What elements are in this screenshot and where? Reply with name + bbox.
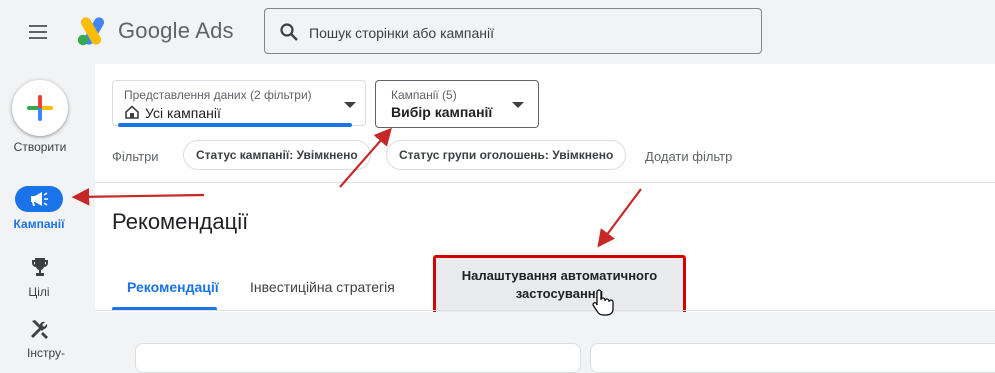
- rail-item-campaigns[interactable]: [15, 186, 63, 212]
- data-view-dropdown[interactable]: Представлення даних (2 фільтри) Усі камп…: [112, 80, 366, 126]
- rail-label-goals: Цілі: [28, 285, 50, 299]
- search-box[interactable]: [264, 8, 762, 54]
- megaphone-icon: [31, 192, 48, 206]
- filter-chip-adgroup-status[interactable]: Статус групи оголошень: Увімкнено: [386, 140, 627, 170]
- tab-auto-apply-label: Налаштування автоматичного застосування: [461, 268, 658, 301]
- campaign-picker-dropdown[interactable]: Кампанії (5) Вибір кампанії: [375, 80, 539, 128]
- add-filter-button[interactable]: Додати фільтр: [645, 149, 732, 164]
- divider: [95, 182, 995, 183]
- search-input[interactable]: [307, 20, 751, 46]
- main-menu-icon[interactable]: [26, 22, 52, 42]
- campaign-picker-value: Вибір кампанії: [391, 104, 493, 120]
- tab-investment-strategy[interactable]: Інвестиційна стратегія: [250, 279, 395, 295]
- recommendation-card: [590, 343, 995, 373]
- create-button[interactable]: [12, 80, 68, 136]
- tab-auto-apply-settings[interactable]: Налаштування автоматичного застосування: [433, 255, 686, 315]
- tab-recommendations[interactable]: Рекомендації: [127, 279, 219, 295]
- data-view-value: Усі кампанії: [145, 105, 221, 121]
- trophy-icon[interactable]: [28, 255, 52, 279]
- chevron-down-icon: [344, 102, 356, 108]
- google-ads-logo-icon: [77, 17, 104, 46]
- dropdown-focus-bar: [118, 123, 352, 127]
- filters-label: Фільтри: [112, 149, 159, 164]
- create-label: Створити: [13, 140, 67, 154]
- home-icon: [125, 105, 139, 119]
- recommendation-card: [135, 343, 581, 373]
- data-view-label: Представлення даних (2 фільтри): [124, 88, 312, 102]
- filter-chip-campaign-status[interactable]: Статус кампанії: Увімкнено: [183, 140, 371, 170]
- chevron-down-icon: [512, 102, 524, 108]
- tabs-divider: [95, 310, 995, 311]
- brand-name: Google Ads: [118, 18, 234, 43]
- campaign-picker-label: Кампанії (5): [391, 88, 457, 102]
- page-title: Рекомендації: [112, 209, 249, 234]
- rail-label-tools: Інстру-: [27, 346, 65, 360]
- rail-label-campaigns: Кампанії: [13, 217, 65, 231]
- tools-icon[interactable]: [28, 317, 52, 341]
- search-icon: [280, 23, 298, 41]
